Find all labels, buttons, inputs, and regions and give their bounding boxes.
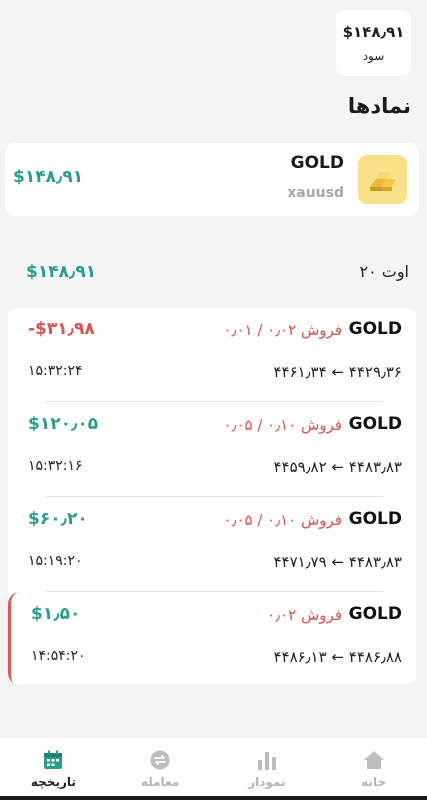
day-total: $۱۴۸٫۹۱ bbox=[26, 262, 97, 282]
trade-prices: ۴۴۸۳٫۸۳ ← ۴۴۵۹٫۸۲ bbox=[273, 458, 402, 476]
day-header: اوت ۲۰ $۱۴۸٫۹۱ bbox=[0, 262, 427, 286]
profit-label: سود bbox=[362, 49, 385, 63]
trade-prices: ۴۴۸۶٫۸۸ ← ۴۴۸۶٫۱۳ bbox=[273, 648, 402, 666]
chart-icon bbox=[257, 751, 276, 770]
trade-pnl: $۱٫۵۰ bbox=[31, 604, 81, 624]
trade-symbol: GOLD bbox=[348, 604, 402, 624]
trade-prices: ۴۴۲۹٫۳۶ ← ۴۴۶۱٫۳۴ bbox=[273, 363, 402, 381]
symbol-code: xauusd bbox=[287, 185, 344, 201]
trade-description: فروش ۰٫۱۰ / ۰٫۰۵ bbox=[223, 511, 342, 529]
trade-pnl: -$۳۱٫۹۸ bbox=[28, 319, 95, 339]
trade-row[interactable]: GOLD فروش ۰٫۰۲ / ۰٫۰۱ -$۳۱٫۹۸ ۴۴۲۹٫۳۶ ← … bbox=[8, 307, 416, 402]
trade-pnl: $۱۲۰٫۰۵ bbox=[28, 414, 99, 434]
bottom-navigation: خانه نمودار معامله تاریخچه bbox=[0, 737, 427, 800]
symbol-name: GOLD bbox=[290, 153, 344, 173]
trade-time: ۱۵:۱۹:۲۰ bbox=[28, 553, 83, 569]
trade-time: ۱۴:۵۴:۲۰ bbox=[31, 648, 86, 664]
trade-row-selected[interactable]: GOLD فروش ۰٫۰۲ $۱٫۵۰ ۴۴۸۶٫۸۸ ← ۴۴۸۶٫۱۳ ۱… bbox=[8, 592, 416, 685]
trade-time: ۱۵:۳۲:۲۴ bbox=[28, 363, 83, 379]
nav-home[interactable]: خانه bbox=[329, 750, 419, 789]
day-label: اوت ۲۰ bbox=[359, 262, 409, 281]
nav-label: معامله bbox=[140, 774, 180, 789]
trades-list: GOLD فروش ۰٫۰۲ / ۰٫۰۱ -$۳۱٫۹۸ ۴۴۲۹٫۳۶ ← … bbox=[8, 307, 416, 685]
trade-row[interactable]: GOLD فروش ۰٫۱۰ / ۰٫۰۵ $۶۰٫۲۰ ۴۴۸۳٫۸۳ ← ۴… bbox=[8, 497, 416, 592]
nav-label: خانه bbox=[361, 774, 387, 789]
nav-trade[interactable]: معامله bbox=[115, 750, 205, 789]
gold-bars-icon bbox=[358, 155, 407, 204]
nav-history[interactable]: تاریخچه bbox=[8, 750, 98, 789]
trade-pnl: $۶۰٫۲۰ bbox=[28, 509, 88, 529]
trade-symbol: GOLD bbox=[348, 414, 402, 434]
trade-description: فروش ۰٫۰۲ / ۰٫۰۱ bbox=[223, 321, 342, 339]
symbol-card[interactable]: GOLD xauusd $۱۴۸٫۹۱ bbox=[5, 143, 419, 216]
nav-label: تاریخچه bbox=[30, 774, 76, 789]
trade-prices: ۴۴۸۳٫۸۳ ← ۴۴۷۱٫۷۹ bbox=[273, 553, 402, 571]
trade-description: فروش ۰٫۰۲ bbox=[267, 606, 342, 624]
calendar-icon bbox=[44, 750, 63, 769]
nav-chart[interactable]: نمودار bbox=[222, 750, 312, 789]
profit-value: $۱۴۸٫۹۱ bbox=[342, 23, 405, 41]
home-icon bbox=[363, 750, 384, 769]
section-title: نمادها bbox=[347, 94, 411, 118]
nav-label: نمودار bbox=[248, 774, 286, 789]
trade-symbol: GOLD bbox=[348, 509, 402, 529]
symbol-profit: $۱۴۸٫۹۱ bbox=[13, 167, 84, 187]
trade-symbol: GOLD bbox=[348, 319, 402, 339]
trade-description: فروش ۰٫۱۰ / ۰٫۰۵ bbox=[223, 416, 342, 434]
profit-summary-card: $۱۴۸٫۹۱ سود bbox=[336, 10, 411, 76]
trade-row[interactable]: GOLD فروش ۰٫۱۰ / ۰٫۰۵ $۱۲۰٫۰۵ ۴۴۸۳٫۸۳ ← … bbox=[8, 402, 416, 497]
trade-icon bbox=[150, 750, 170, 769]
trade-time: ۱۵:۳۲:۱۶ bbox=[28, 458, 83, 474]
system-navigation-bar bbox=[0, 796, 427, 800]
